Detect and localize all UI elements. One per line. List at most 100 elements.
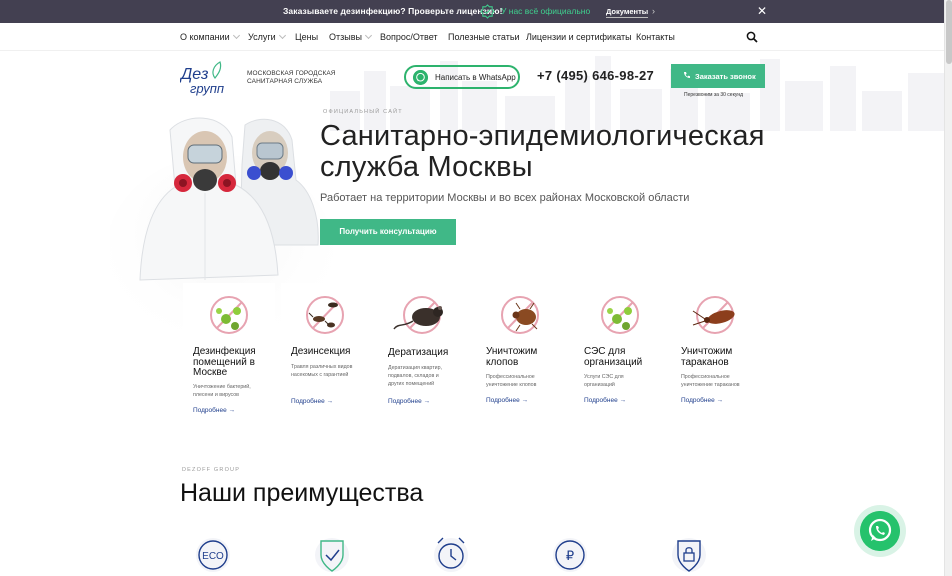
rat-icon xyxy=(393,296,443,334)
phone-number[interactable]: +7 (495) 646-98-27 xyxy=(537,68,654,83)
service-card-disinfection[interactable]: Дезинфекция помещений в Москве Уничтожен… xyxy=(183,283,275,423)
bacteria-icon xyxy=(601,296,639,334)
service-description-line: плесени и вирусов xyxy=(193,392,240,398)
service-title-line: Дезинфекция xyxy=(193,346,256,357)
floating-whatsapp-button[interactable] xyxy=(854,505,906,557)
eco-icon: ECO xyxy=(196,538,230,572)
chevron-down-icon xyxy=(278,31,286,40)
service-description-line: подвалов, складов и xyxy=(388,373,439,379)
service-description-line: Профессиональное xyxy=(486,374,535,380)
service-title: Дезинфекция помещений в Москве xyxy=(193,346,256,379)
service-more-link[interactable]: Подробнее → xyxy=(291,398,333,405)
service-description-line: Профессиональное xyxy=(681,374,730,380)
service-title: Уничтожим клопов xyxy=(486,346,538,368)
service-description: Профессиональное уничтожение клопов xyxy=(486,373,561,389)
nav-item-contacts[interactable]: Контакты xyxy=(636,32,675,42)
service-description-line: Уничтожение бактерий, xyxy=(193,384,251,390)
service-title-line: СЭС для xyxy=(584,346,626,357)
service-more-link[interactable]: Подробнее → xyxy=(584,397,626,404)
service-title: Уничтожим тараканов xyxy=(681,346,733,368)
logo-tagline-line2: САНИТАРНАЯ СЛУЖБА xyxy=(247,78,323,85)
cockroach-icon xyxy=(692,296,735,334)
chevron-down-icon xyxy=(364,31,373,40)
hero-overline: ОФИЦИАЛЬНЫЙ САЙТ xyxy=(323,109,403,115)
nav-item-prices[interactable]: Цены xyxy=(295,32,318,42)
ruble-coin-icon: ₽ xyxy=(553,538,587,572)
service-title: Дезинсекция xyxy=(291,346,351,358)
insects-icon xyxy=(306,296,344,334)
service-description: Уничтожение бактерий, плесени и вирусов xyxy=(193,383,268,399)
phone-icon xyxy=(684,72,690,78)
page: Заказываете дезинфекцию? Проверьте лицен… xyxy=(0,0,952,576)
nav-item-licenses[interactable]: Лицензии и сертификаты xyxy=(526,32,632,42)
hero-title: Санитарно-эпидемиологическая служба Моск… xyxy=(320,121,765,183)
chevron-right-icon: › xyxy=(652,6,655,16)
whatsapp-button[interactable]: Написать в WhatsApp xyxy=(404,65,520,89)
license-question: Заказываете дезинфекцию? Проверьте лицен… xyxy=(283,6,503,16)
eco-icon-text: ECO xyxy=(202,551,224,562)
nav-item-label: Услуги xyxy=(248,32,276,42)
service-title-line: Уничтожим xyxy=(486,346,538,357)
service-more-link[interactable]: Подробнее → xyxy=(388,398,430,405)
request-call-label: Заказать звонок xyxy=(695,72,756,81)
request-call-button[interactable]: Заказать звонок xyxy=(671,64,765,88)
service-title-line: Дератизация xyxy=(388,347,449,358)
advantages-title: Наши преимущества xyxy=(180,479,424,507)
service-more-link[interactable]: Подробнее → xyxy=(486,397,528,404)
service-title-line: тараканов xyxy=(681,356,729,368)
nav-item-label: Отзывы xyxy=(329,32,362,42)
service-card-ses-organizations[interactable]: СЭС для организаций Услуги СЭС для орган… xyxy=(574,283,666,423)
official-badge-icon xyxy=(480,4,495,19)
service-title: Дератизация xyxy=(388,347,449,359)
service-description-line: Дератизация квартир, xyxy=(388,365,443,371)
service-description-line: других помещений xyxy=(388,381,435,387)
page-scrollbar[interactable] xyxy=(944,0,952,576)
service-more-link[interactable]: Подробнее → xyxy=(193,407,235,414)
get-consultation-button[interactable]: Получить консультацию xyxy=(320,219,456,245)
logo-tagline-line1: МОСКОВСКАЯ ГОРОДСКАЯ xyxy=(247,70,336,77)
logo-tagline: МОСКОВСКАЯ ГОРОДСКАЯ САНИТАРНАЯ СЛУЖБА xyxy=(247,70,336,86)
nav-item-label: О компании xyxy=(180,32,230,42)
nav-item-articles[interactable]: Полезные статьи xyxy=(448,32,520,42)
nav-item-reviews[interactable]: Отзывы xyxy=(329,31,373,42)
hero-subtitle: Работает на территории Москвы и во всех … xyxy=(320,192,690,204)
service-title: СЭС для организаций xyxy=(584,346,642,368)
hero-title-line2: служба Москвы xyxy=(320,151,533,183)
nav-item-faq[interactable]: Вопрос/Ответ xyxy=(380,32,438,42)
bacteria-icon xyxy=(210,296,248,334)
service-more-link[interactable]: Подробнее → xyxy=(681,397,723,404)
main-nav: О компании Услуги Цены Отзывы Вопрос/Отв… xyxy=(0,23,944,51)
nav-item-services[interactable]: Услуги xyxy=(248,31,286,42)
shield-check-icon xyxy=(315,538,349,572)
shield-lock-icon xyxy=(672,538,706,572)
scrollbar-thumb[interactable] xyxy=(946,0,952,64)
service-card-disinsection[interactable]: Дезинсекция Травля различных видов насек… xyxy=(281,283,373,423)
nav-item-about[interactable]: О компании xyxy=(180,31,240,42)
ruble-icon-text: ₽ xyxy=(566,548,574,563)
close-icon[interactable]: ✕ xyxy=(757,4,767,18)
service-card-bedbugs[interactable]: Уничтожим клопов Профессиональное уничто… xyxy=(476,283,568,423)
city-skyline-background xyxy=(330,56,944,131)
whatsapp-icon xyxy=(860,511,900,551)
service-description-line: Услуги СЭС для xyxy=(584,374,624,380)
hero-title-line1: Санитарно-эпидемиологическая xyxy=(320,120,765,152)
service-description: Дератизация квартир, подвалов, складов и… xyxy=(388,364,463,388)
service-card-deratization[interactable]: Дератизация Дератизация квартир, подвало… xyxy=(378,283,470,423)
search-icon[interactable] xyxy=(746,31,758,43)
service-title-line: Уничтожим xyxy=(681,346,733,357)
documents-link[interactable]: Документы xyxy=(606,7,649,18)
service-description-line: уничтожение клопов xyxy=(486,382,537,388)
service-description-line: насекомых с гарантией xyxy=(291,372,349,378)
callback-note: Перезвоним за 30 секунд xyxy=(684,92,743,98)
service-description-line: уничтожение тараканов xyxy=(681,382,740,388)
service-description: Профессиональное уничтожение тараканов xyxy=(681,373,756,389)
bedbug-icon xyxy=(501,296,539,334)
service-title-line: Дезинсекция xyxy=(291,346,351,357)
service-card-cockroaches[interactable]: Уничтожим тараканов Профессиональное уни… xyxy=(671,283,763,423)
service-title-line: Москве xyxy=(193,367,228,378)
dezgroup-logo[interactable]: Дез групп xyxy=(180,60,232,98)
service-description: Травля различных видов насекомых с гаран… xyxy=(291,363,366,379)
service-description-line: Травля различных видов xyxy=(291,364,353,370)
whatsapp-icon xyxy=(413,70,428,85)
service-description: Услуги СЭС для организаций xyxy=(584,373,659,389)
